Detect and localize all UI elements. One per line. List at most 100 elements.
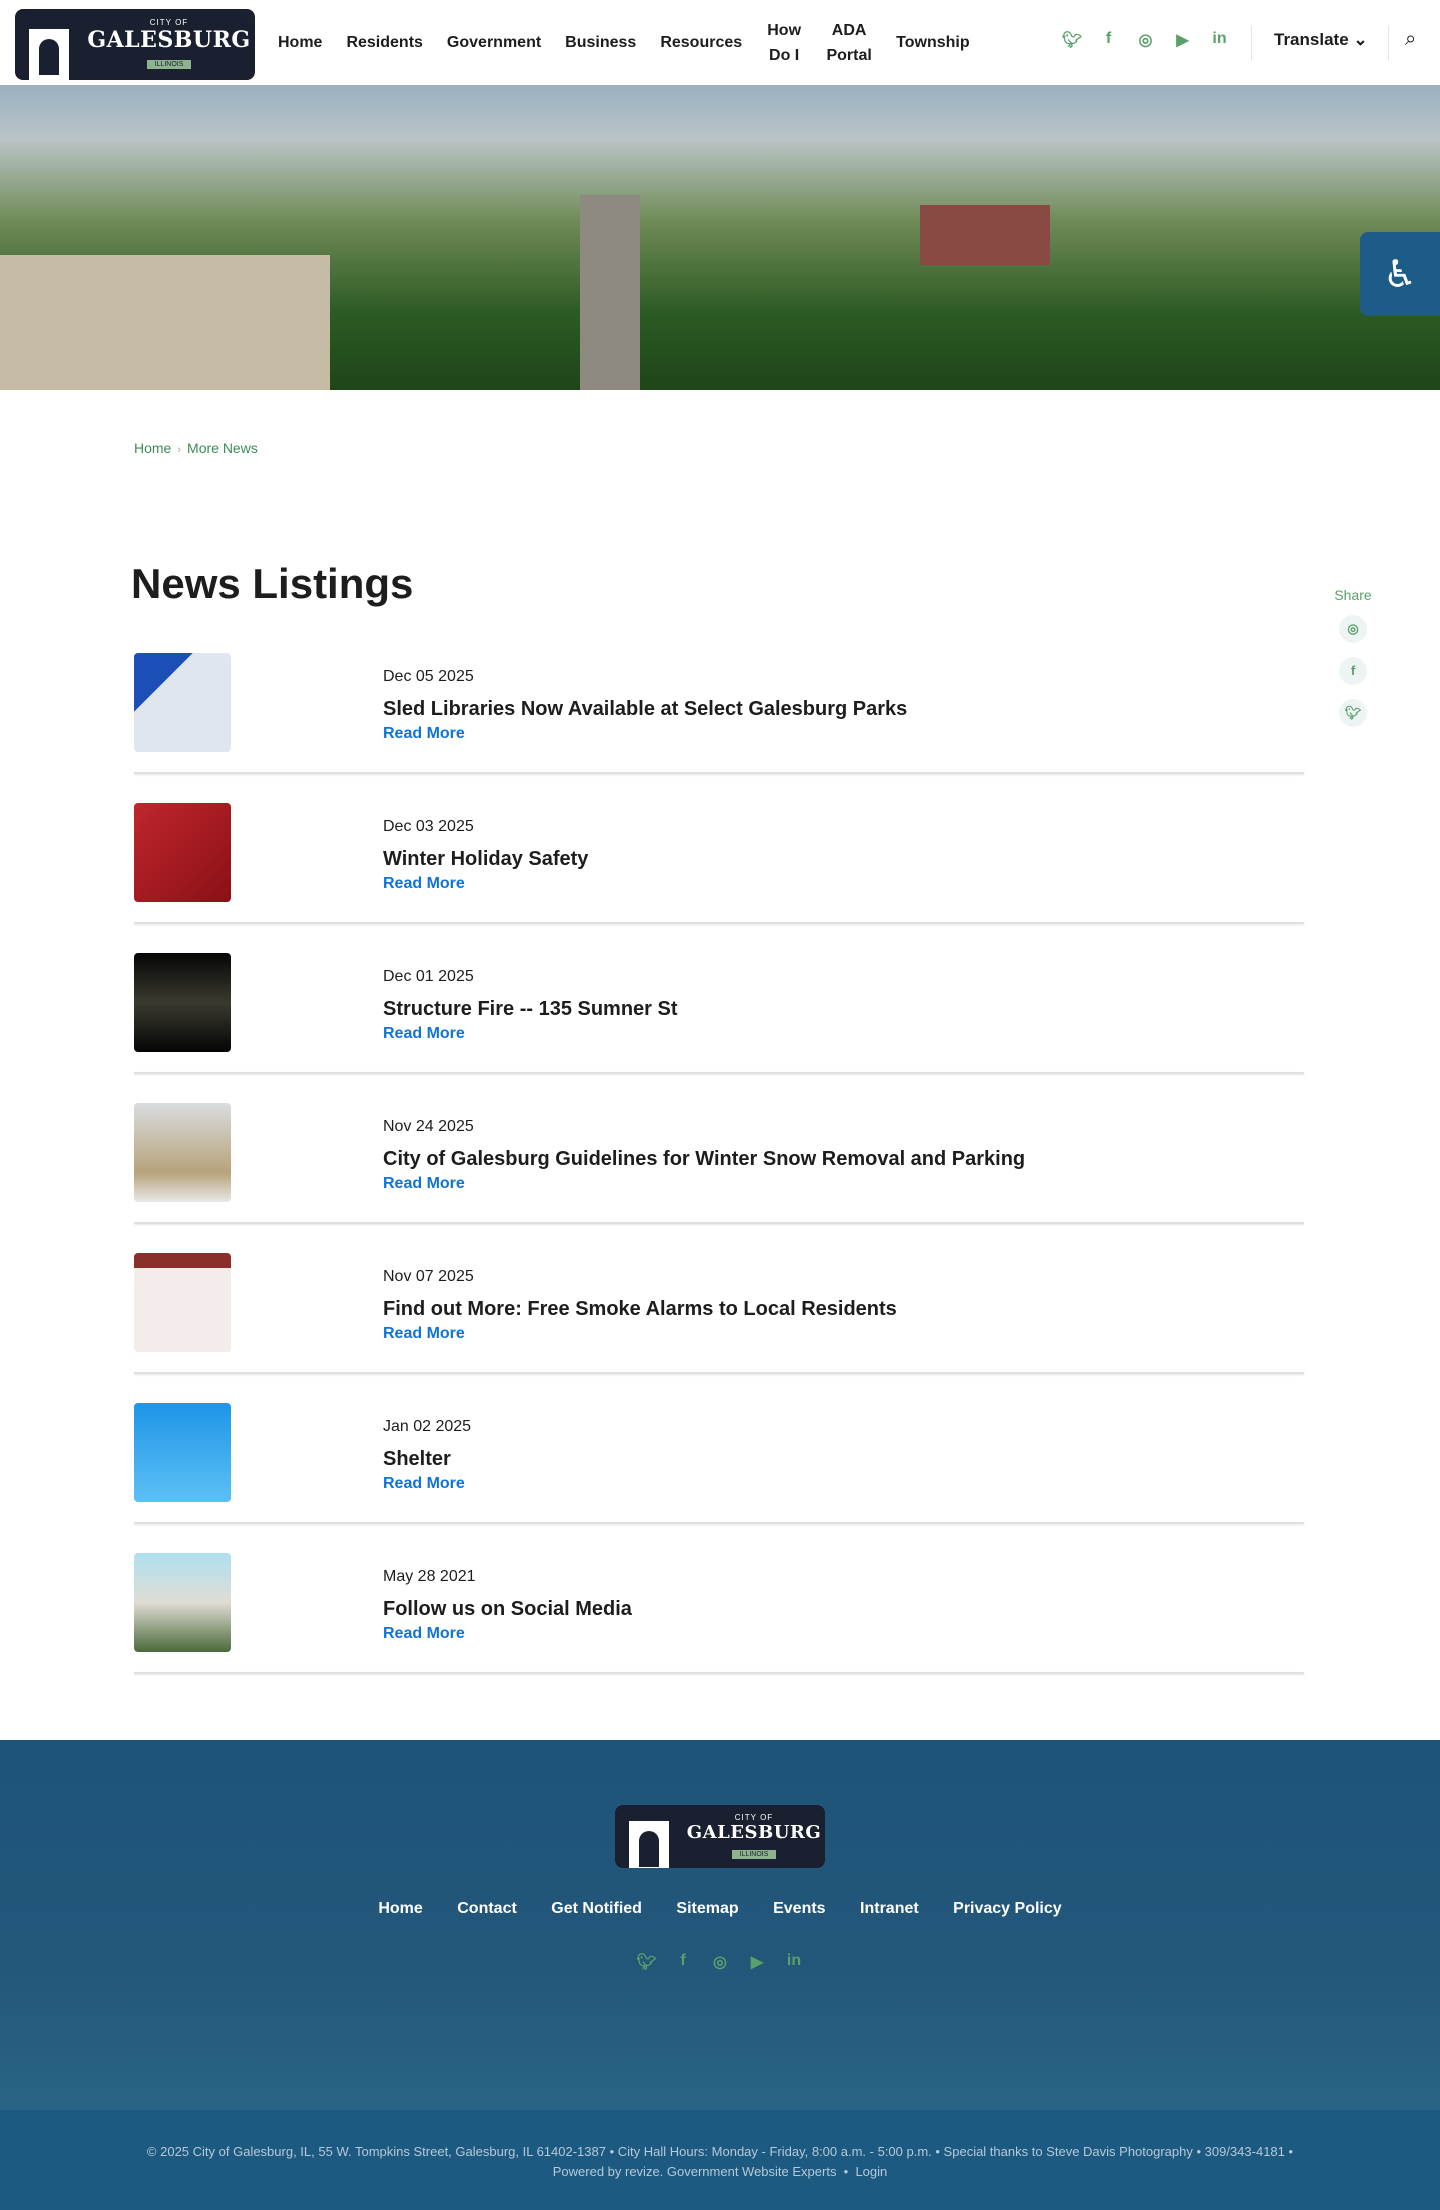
site-header: CITY OF GALESBURG ILLINOIS Home Resident… [0, 0, 1440, 85]
twitter-icon[interactable]: 🐦︎ [637, 1952, 657, 1972]
city-logo[interactable]: CITY OF GALESBURG ILLINOIS [15, 9, 255, 80]
divider [1388, 26, 1389, 60]
news-item: May 28 2021 Follow us on Social Media Re… [134, 1553, 1304, 1703]
read-more-link[interactable]: Read More [383, 875, 465, 893]
news-thumbnail[interactable] [134, 953, 231, 1052]
logo-name: GALESBURG [686, 1821, 822, 1843]
footer-bottom-bar: © 2025 City of Galesburg, IL, 55 W. Tomp… [0, 2110, 1440, 2210]
news-date: Jan 02 2025 [383, 1418, 472, 1435]
news-title[interactable]: Sled Libraries Now Available at Select G… [383, 698, 907, 721]
news-item: Nov 24 2025 City of Galesburg Guidelines… [134, 1103, 1304, 1253]
hero-image [0, 85, 1440, 390]
instagram-icon[interactable]: ◎ [1136, 30, 1155, 50]
read-more-link[interactable]: Read More [383, 1475, 465, 1493]
twitter-icon[interactable]: 🐦︎ [1062, 30, 1082, 50]
breadcrumb: Home › More News [134, 440, 258, 456]
news-thumbnail[interactable] [134, 653, 231, 752]
footer-links: Home Contact Get Notified Sitemap Events… [0, 1900, 1440, 1918]
news-title[interactable]: Structure Fire -- 135 Sumner St [383, 998, 678, 1021]
read-more-link[interactable]: Read More [383, 1325, 465, 1343]
share-twitter-icon[interactable]: 🐦︎ [1339, 699, 1367, 727]
share-facebook-icon[interactable]: f [1339, 657, 1367, 685]
accessibility-icon[interactable]: ♿︎ [1360, 232, 1440, 316]
news-item: Dec 05 2025 Sled Libraries Now Available… [134, 653, 1304, 803]
news-date: Nov 24 2025 [383, 1118, 474, 1135]
news-title[interactable]: Follow us on Social Media [383, 1598, 632, 1621]
news-title[interactable]: Shelter [383, 1448, 451, 1471]
news-date: May 28 2021 [383, 1568, 476, 1585]
read-more-link[interactable]: Read More [383, 725, 465, 743]
divider [1251, 26, 1252, 60]
translate-dropdown[interactable]: Translate ⌄ [1274, 30, 1368, 50]
page-title: News Listings [131, 560, 414, 607]
nav-ada-portal[interactable]: ADA Portal [814, 18, 884, 68]
nav-government[interactable]: Government [435, 30, 553, 55]
news-thumbnail[interactable] [134, 803, 231, 902]
linkedin-icon[interactable]: in [1210, 30, 1229, 50]
news-date: Dec 03 2025 [383, 818, 474, 835]
nav-business[interactable]: Business [553, 30, 648, 55]
divider [134, 1372, 1304, 1374]
divider [134, 772, 1304, 774]
logo-city-of: CITY OF [149, 18, 189, 27]
share-panel: Share ◎ f 🐦︎ [1333, 587, 1373, 741]
news-title[interactable]: City of Galesburg Guidelines for Winter … [383, 1148, 1025, 1171]
news-thumbnail[interactable] [134, 1253, 231, 1352]
footer-link-privacy[interactable]: Privacy Policy [953, 1900, 1062, 1917]
divider [134, 1522, 1304, 1524]
footer-social: 🐦︎ f ◎ ▶ in [0, 1952, 1440, 1972]
footer-link-sitemap[interactable]: Sitemap [676, 1900, 738, 1917]
youtube-icon[interactable]: ▶ [748, 1952, 767, 1972]
facebook-icon[interactable]: f [674, 1952, 693, 1972]
footer-link-intranet[interactable]: Intranet [860, 1900, 919, 1917]
news-date: Nov 07 2025 [383, 1268, 474, 1285]
nav-resources[interactable]: Resources [648, 30, 754, 55]
news-item: Jan 02 2025 Shelter Read More [134, 1403, 1304, 1553]
footer-link-events[interactable]: Events [773, 1900, 825, 1917]
news-title[interactable]: Find out More: Free Smoke Alarms to Loca… [383, 1298, 897, 1321]
news-thumbnail[interactable] [134, 1103, 231, 1202]
nav-how-do-i[interactable]: How Do I [754, 18, 814, 68]
logo-state: ILLINOIS [731, 1849, 777, 1859]
share-instagram-icon[interactable]: ◎ [1339, 615, 1367, 643]
divider [134, 1072, 1304, 1074]
breadcrumb-current[interactable]: More News [187, 440, 258, 456]
footer-link-contact[interactable]: Contact [457, 1900, 517, 1917]
city-hall-logo-icon [615, 1805, 683, 1868]
news-thumbnail[interactable] [134, 1553, 231, 1652]
site-footer: CITY OF GALESBURG ILLINOIS Home Contact … [0, 1740, 1440, 2110]
footer-logo[interactable]: CITY OF GALESBURG ILLINOIS [615, 1805, 825, 1868]
header-social: 🐦︎ f ◎ ▶ in [1062, 30, 1229, 50]
divider [134, 922, 1304, 924]
read-more-link[interactable]: Read More [383, 1625, 465, 1643]
news-item: Dec 01 2025 Structure Fire -- 135 Sumner… [134, 953, 1304, 1103]
news-item: Dec 03 2025 Winter Holiday Safety Read M… [134, 803, 1304, 953]
read-more-link[interactable]: Read More [383, 1025, 465, 1043]
facebook-icon[interactable]: f [1099, 30, 1118, 50]
footer-link-home[interactable]: Home [378, 1900, 422, 1917]
logo-state: ILLINOIS [146, 60, 192, 69]
instagram-icon[interactable]: ◎ [711, 1952, 730, 1972]
linkedin-icon[interactable]: in [785, 1952, 804, 1972]
news-thumbnail[interactable] [134, 1403, 231, 1502]
share-label: Share [1334, 587, 1372, 603]
nav-township[interactable]: Township [884, 30, 981, 55]
logo-city-of: CITY OF [734, 1812, 774, 1822]
footer-link-get-notified[interactable]: Get Notified [551, 1900, 642, 1917]
footer-info: © 2025 City of Galesburg, IL, 55 W. Tomp… [146, 2144, 1294, 2159]
read-more-link[interactable]: Read More [383, 1175, 465, 1193]
breadcrumb-home[interactable]: Home [134, 440, 171, 456]
powered-by-link[interactable]: Powered by revize. Government Website Ex… [553, 2164, 837, 2179]
divider [134, 1672, 1304, 1674]
logo-name: GALESBURG [87, 27, 251, 53]
nav-home[interactable]: Home [266, 30, 334, 55]
search-icon[interactable]: ⌕ [1405, 28, 1416, 51]
nav-residents[interactable]: Residents [334, 30, 434, 55]
city-hall-logo-icon [15, 9, 83, 80]
divider [134, 1222, 1304, 1224]
login-link[interactable]: Login [855, 2164, 887, 2179]
main-nav: Home Residents Government Business Resou… [266, 0, 982, 85]
news-title[interactable]: Winter Holiday Safety [383, 848, 588, 871]
news-item: Nov 07 2025 Find out More: Free Smoke Al… [134, 1253, 1304, 1403]
youtube-icon[interactable]: ▶ [1173, 30, 1192, 50]
